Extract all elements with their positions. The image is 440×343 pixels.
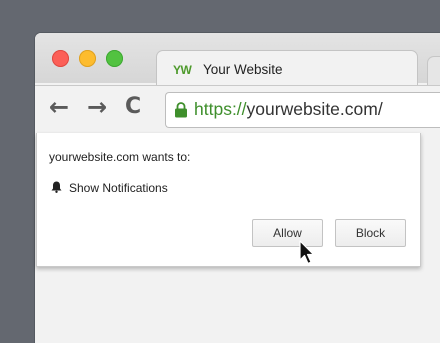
reload-icon[interactable]: C <box>125 94 141 120</box>
forward-arrow-icon[interactable]: → <box>87 94 107 120</box>
minimize-window-button[interactable] <box>79 50 96 67</box>
back-arrow-icon[interactable]: ← <box>49 94 69 120</box>
permission-label: Show Notifications <box>69 181 168 195</box>
address-bar[interactable]: https://yourwebsite.com/ <box>165 92 440 128</box>
block-button[interactable]: Block <box>335 219 406 247</box>
notification-permission-prompt: yourwebsite.com wants to: Show Notificat… <box>36 133 421 267</box>
close-window-button[interactable] <box>52 50 69 67</box>
url-host: yourwebsite.com/ <box>246 99 383 119</box>
title-bar: YW Your Website <box>35 33 440 87</box>
tab-your-website[interactable]: YW Your Website <box>156 50 418 87</box>
mouse-cursor-icon <box>299 240 315 265</box>
url-text[interactable]: https://yourwebsite.com/ <box>194 99 383 120</box>
maximize-window-button[interactable] <box>106 50 123 67</box>
prompt-message: yourwebsite.com wants to: <box>49 150 191 164</box>
new-tab-button[interactable] <box>427 56 440 87</box>
tab-title: Your Website <box>203 62 283 77</box>
lock-icon[interactable] <box>174 101 188 118</box>
url-scheme: https:// <box>194 99 247 119</box>
browser-toolbar: ← → C https://yourwebsite.com/ <box>35 85 440 133</box>
bell-icon <box>51 181 62 193</box>
site-favicon-icon: YW <box>173 63 192 77</box>
